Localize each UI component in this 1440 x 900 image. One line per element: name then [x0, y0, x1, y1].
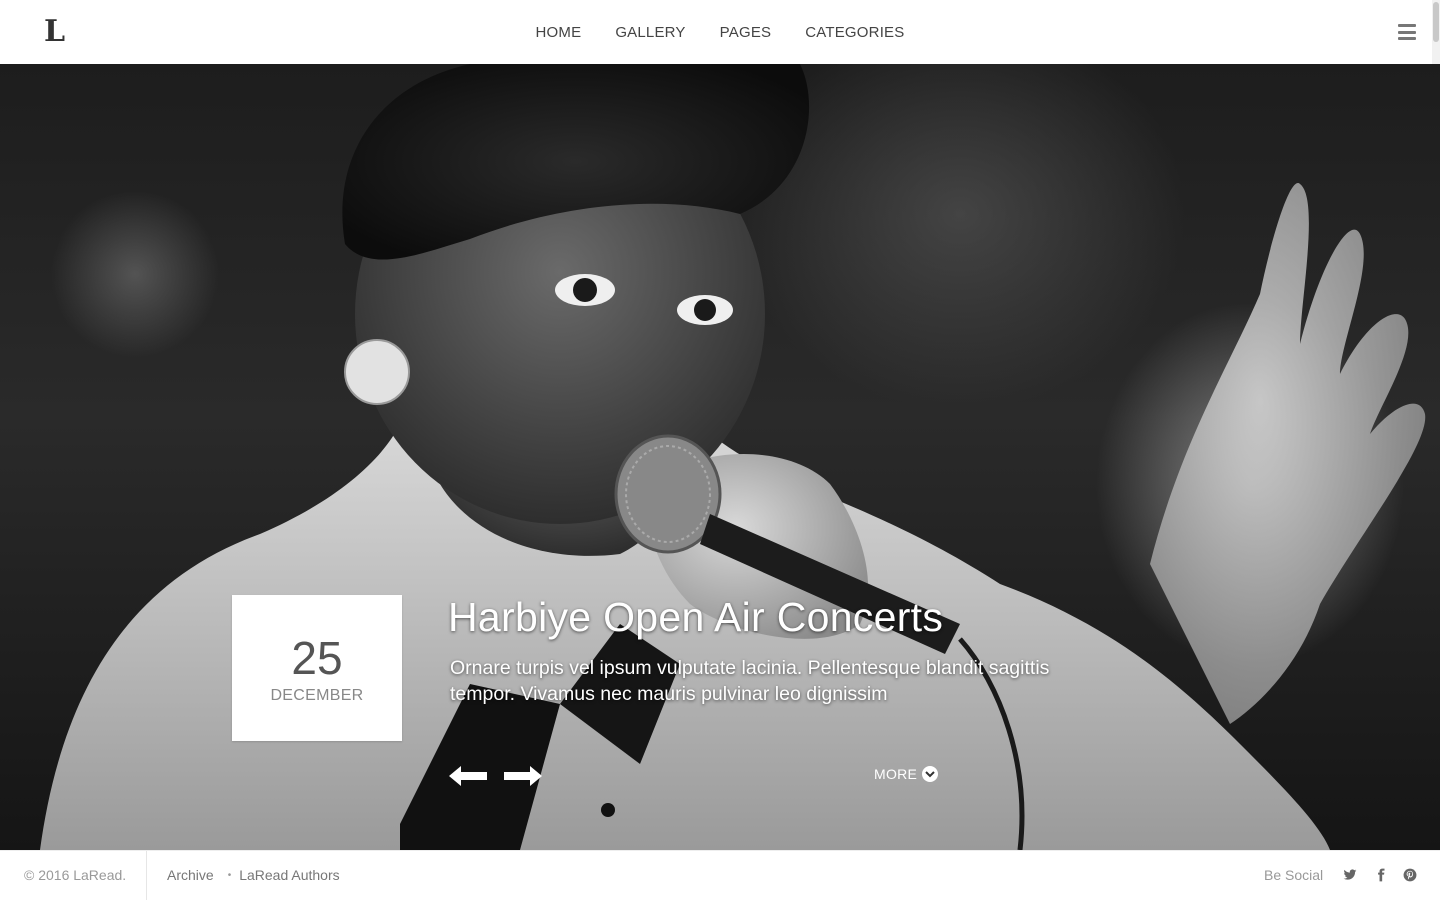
- pinterest-icon[interactable]: [1403, 868, 1417, 882]
- footer-link-archive[interactable]: Archive: [167, 867, 214, 883]
- arrow-left-icon[interactable]: [447, 764, 489, 788]
- copyright-text: © 2016 LaRead.: [24, 867, 127, 883]
- post-date-day: 25: [291, 632, 343, 684]
- hero-slider: 25 DECEMBER Harbiye Open Air Concerts Or…: [0, 64, 1440, 850]
- arrow-right-icon[interactable]: [502, 764, 544, 788]
- site-footer: © 2016 LaRead. Archive • LaRead Authors …: [0, 850, 1440, 900]
- post-title[interactable]: Harbiye Open Air Concerts: [448, 594, 943, 641]
- chevron-down-circle-icon: [922, 766, 939, 782]
- scrollbar-thumb[interactable]: [1433, 2, 1439, 42]
- nav-categories[interactable]: CATEGORIES: [788, 24, 921, 41]
- hero-photo: [40, 64, 1426, 850]
- facebook-icon[interactable]: [1374, 868, 1388, 882]
- nav-pages[interactable]: PAGES: [703, 24, 789, 41]
- post-date-month: DECEMBER: [270, 687, 364, 704]
- scrollbar[interactable]: [1432, 0, 1440, 64]
- footer-links: Archive • LaRead Authors: [167, 867, 340, 883]
- site-header: L HOME GALLERY PAGES CATEGORIES: [0, 0, 1440, 64]
- footer-link-authors[interactable]: LaRead Authors: [239, 867, 339, 883]
- main-nav: HOME GALLERY PAGES CATEGORIES: [0, 0, 1440, 64]
- nav-gallery[interactable]: GALLERY: [598, 24, 702, 41]
- post-excerpt: Ornare turpis vel ipsum vulputate lacini…: [450, 657, 1050, 705]
- hamburger-menu-icon[interactable]: [1398, 24, 1416, 40]
- more-label: MORE: [874, 766, 918, 782]
- twitter-icon[interactable]: [1343, 868, 1357, 882]
- footer-separator: •: [227, 869, 232, 881]
- more-button[interactable]: MORE: [874, 766, 939, 782]
- be-social-label: Be Social: [1264, 867, 1324, 883]
- post-date-box: 25 DECEMBER: [232, 595, 402, 741]
- footer-divider: [146, 851, 147, 900]
- nav-home[interactable]: HOME: [519, 24, 599, 41]
